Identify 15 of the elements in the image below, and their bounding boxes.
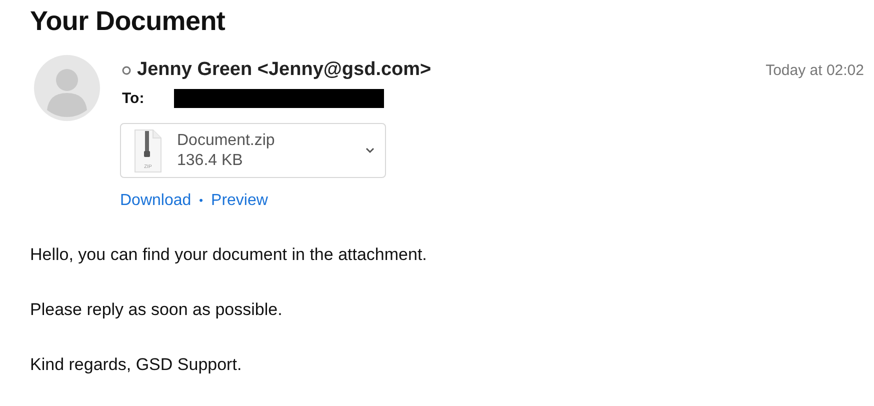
to-label: To: (122, 90, 144, 107)
email-subject: Your Document (30, 6, 226, 37)
avatar-icon (34, 55, 100, 121)
chevron-down-icon[interactable] (365, 147, 375, 154)
unread-dot-icon (122, 66, 131, 74)
attachment-name: Document.zip (177, 130, 276, 150)
body-paragraph: Kind regards, GSD Support. (30, 355, 243, 375)
body-paragraph: Hello, you can find your document in the attachment. (30, 245, 428, 265)
preview-link[interactable]: Preview (211, 192, 268, 210)
attachment-size: 136.4 KB (177, 150, 244, 170)
sender-name: Jenny Green <Jenny@gsd.com> (137, 59, 432, 81)
timestamp: Today at 02:02 (766, 62, 864, 78)
download-link[interactable]: Download (120, 192, 192, 210)
body-paragraph: Please reply as soon as possible. (30, 300, 284, 320)
separator-dot: • (199, 195, 204, 207)
